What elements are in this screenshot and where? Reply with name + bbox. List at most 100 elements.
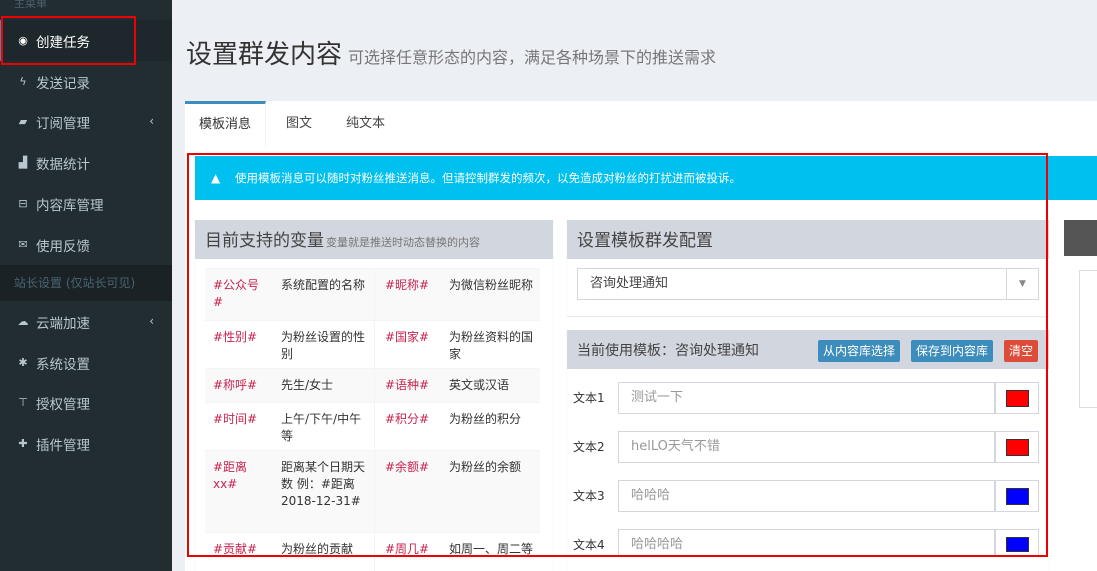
variable-desc: 为粉丝资料的国家 <box>449 330 534 361</box>
variables-box-subtitle: 变量就是推送时动态替换的内容 <box>326 236 480 249</box>
alert-text: 使用模板消息可以随时对粉丝推送消息。但请控制群发的频次，以免造成对粉丝的打扰进而… <box>235 171 741 185</box>
sidebar-item-label: 创建任务 <box>36 34 90 51</box>
tab-plain-text[interactable]: 纯文本 <box>332 101 399 147</box>
tab-rich-media[interactable]: 图文 <box>272 101 326 147</box>
sidebar-item-label: 订阅管理 <box>36 115 90 132</box>
sidebar-item-content-library[interactable]: ⊟ 内容库管理 <box>0 183 172 224</box>
variable-key: #贡献# <box>213 542 258 556</box>
variable-desc: 先生/女士 <box>281 378 334 392</box>
sidebar-header: 主菜单 <box>14 0 47 10</box>
variable-key: #余额# <box>385 460 430 474</box>
sidebar-item-label: 云端加速 <box>36 315 90 332</box>
variable-key: #公众号# <box>213 278 260 309</box>
chevron-left-icon: ‹ <box>149 114 154 128</box>
page-title-text: 设置群发内容 <box>186 40 343 70</box>
color-picker[interactable] <box>995 529 1039 557</box>
field-label: 文本2 <box>573 440 605 454</box>
clear-button[interactable]: 清空 <box>1004 340 1039 362</box>
table-row: #贡献# 为粉丝的贡献 #周几# 如周一、周二等 <box>205 532 540 571</box>
bolt-icon: ϟ <box>19 75 27 88</box>
save-to-library-button[interactable]: 保存到内容库 <box>911 340 994 362</box>
table-row: #距离xx# 距离某个日期天数 例：#距离2018-12-31# #余额# 为粉… <box>205 450 540 533</box>
page-subtitle: 可选择任意形态的内容，满足各种场景下的推送需求 <box>348 48 717 67</box>
variable-key: #距离xx# <box>213 460 248 491</box>
sidebar-item-subscription[interactable]: ▰ 订阅管理 ‹ <box>0 101 172 142</box>
sidebar-item-system-settings[interactable]: ✱ 系统设置 <box>0 342 172 383</box>
sidebar-item-label: 授权管理 <box>36 396 90 413</box>
preview-panel-header <box>1064 220 1097 256</box>
variable-desc: 上午/下午/中午等 <box>281 412 362 443</box>
variable-desc: 为粉丝设置的性别 <box>281 330 366 361</box>
variable-key: #国家# <box>385 330 430 344</box>
variable-key: #性别# <box>213 330 258 344</box>
hdd-icon: ⊟ <box>18 197 28 210</box>
variable-desc: 系统配置的名称 <box>281 278 366 292</box>
cloud-icon: ☁ <box>17 315 29 328</box>
envelope-icon: ✉ <box>18 238 28 251</box>
variable-key: #语种# <box>385 378 430 392</box>
table-row: #性别# 为粉丝设置的性别 #国家# 为粉丝资料的国家 <box>205 320 540 369</box>
variable-key: #时间# <box>213 412 258 426</box>
text3-input[interactable]: 哈哈哈 <box>618 480 995 512</box>
color-picker[interactable] <box>995 431 1039 463</box>
field-label: 文本1 <box>573 391 605 405</box>
asterisk-icon: ✱ <box>18 356 28 369</box>
sidebar-item-label: 内容库管理 <box>36 197 104 214</box>
select-from-library-button[interactable]: 从内容库选择 <box>818 340 901 362</box>
variable-key: #周几# <box>385 542 430 556</box>
color-picker[interactable] <box>995 480 1039 512</box>
table-row: #时间# 上午/下午/中午等 #积分# 为粉丝的积分 <box>205 402 540 451</box>
sidebar-item-create-task[interactable]: ◉ 创建任务 <box>0 20 172 61</box>
page-title: 设置群发内容 可选择任意形态的内容，满足各种场景下的推送需求 <box>186 34 716 71</box>
sidebar-item-cloud-acceleration[interactable]: ☁ 云端加速 ‹ <box>0 301 172 342</box>
table-row: #公众号# 系统配置的名称 #昵称# 为微信粉丝昵称 <box>205 268 540 321</box>
variables-box-title: 目前支持的变量 <box>205 231 324 251</box>
sidebar-item-label: 使用反馈 <box>36 238 90 255</box>
sidebar-group-admin: 站长设置 (仅站长可见) <box>0 265 172 301</box>
sidebar-item-plugins[interactable]: ✚ 插件管理 <box>0 423 172 464</box>
book-icon: ▰ <box>18 115 28 128</box>
text2-input[interactable]: helLO天气不错 <box>618 431 995 463</box>
variable-key: #昵称# <box>385 278 430 292</box>
color-picker[interactable] <box>995 382 1039 414</box>
variable-desc: 为粉丝的贡献 <box>281 542 354 556</box>
area-chart-icon: ▟ <box>18 156 28 169</box>
table-row: #称呼# 先生/女士 #语种# 英文或汉语 <box>205 368 540 403</box>
color-swatch <box>1006 439 1029 456</box>
variable-desc: 英文或汉语 <box>449 378 510 392</box>
template-select[interactable]: 咨询处理通知 ▼ <box>577 268 1039 300</box>
sidebar-item-send-log[interactable]: ϟ 发送记录 <box>0 61 172 102</box>
warning-icon: ▲ <box>211 171 221 185</box>
dashboard-icon: ◉ <box>18 34 28 47</box>
chevron-left-icon: ‹ <box>149 314 154 328</box>
preview-panel <box>1079 270 1097 408</box>
sidebar-item-label: 系统设置 <box>36 356 90 373</box>
color-swatch <box>1006 488 1029 505</box>
color-swatch <box>1006 537 1029 552</box>
sidebar: 主菜单 ◉ 创建任务 ϟ 发送记录 ▰ 订阅管理 ‹ ▟ 数据统计 ⊟ 内容库管… <box>0 0 172 571</box>
template-select-value: 咨询处理通知 <box>590 276 669 291</box>
variable-desc: 如周一、周二等 <box>449 542 534 556</box>
variables-box-header: 目前支持的变量 变量就是推送时动态替换的内容 <box>195 223 553 259</box>
variable-key: #称呼# <box>213 378 258 392</box>
caret-down-icon[interactable]: ▼ <box>1006 269 1038 299</box>
sidebar-item-label: 插件管理 <box>36 437 90 454</box>
sidebar-item-feedback[interactable]: ✉ 使用反馈 <box>0 224 172 265</box>
sidebar-item-stats[interactable]: ▟ 数据统计 <box>0 142 172 183</box>
sidebar-item-label: 数据统计 <box>36 156 90 173</box>
info-alert: ▲ 使用模板消息可以随时对粉丝推送消息。但请控制群发的频次，以免造成对粉丝的打扰进… <box>195 156 1097 200</box>
tab-bar: 模板消息 图文 纯文本 <box>185 101 1097 147</box>
puzzle-icon: ✚ <box>18 437 28 450</box>
field-label: 文本3 <box>573 489 605 503</box>
sidebar-item-license[interactable]: ⊤ 授权管理 <box>0 382 172 423</box>
sidebar-item-label: 发送记录 <box>36 75 90 92</box>
text1-input[interactable]: 测试一下 <box>618 382 995 414</box>
variable-desc: 为微信粉丝昵称 <box>449 278 534 292</box>
variable-key: #积分# <box>385 412 430 426</box>
tab-template-message[interactable]: 模板消息 <box>185 101 267 147</box>
variable-desc: 为粉丝的余额 <box>449 460 522 474</box>
field-label: 文本4 <box>573 538 605 552</box>
text4-input[interactable]: 哈哈哈哈 <box>618 529 995 557</box>
variable-desc: 为粉丝的积分 <box>449 412 522 426</box>
cart-icon: ⊤ <box>18 396 28 409</box>
